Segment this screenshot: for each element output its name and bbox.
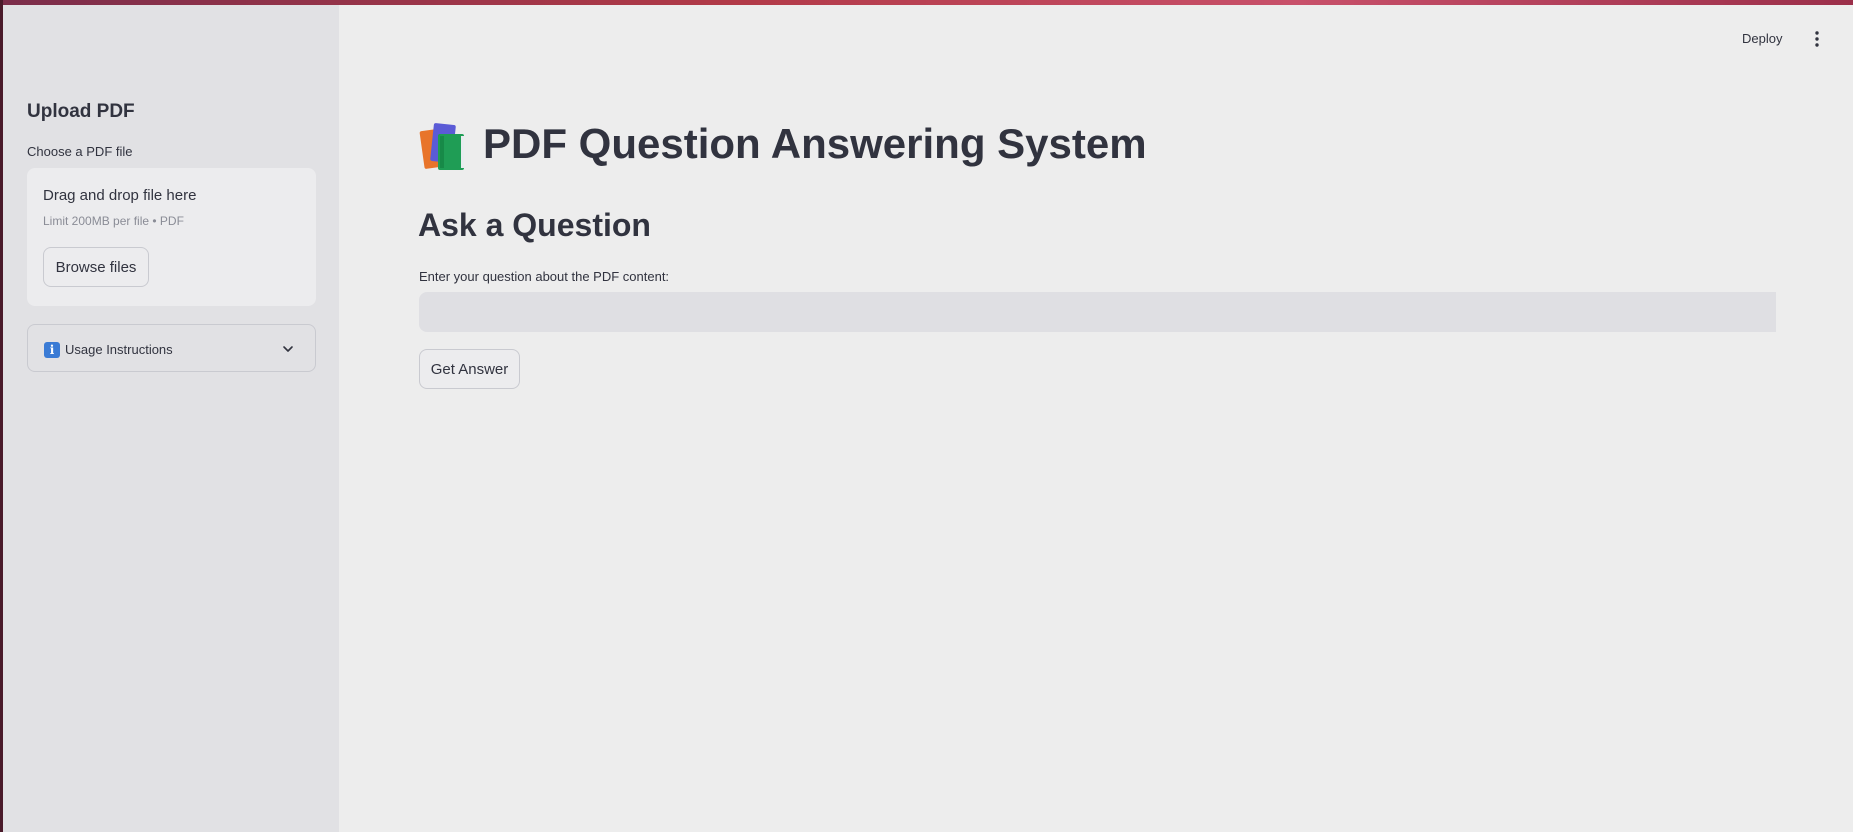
- chevron-down-icon: [283, 346, 293, 352]
- expander-label: Usage Instructions: [65, 342, 173, 357]
- section-subheader: Ask a Question: [418, 207, 651, 243]
- browse-files-button[interactable]: Browse files: [43, 247, 149, 287]
- dropzone-text: Drag and drop file here: [43, 187, 197, 204]
- file-uploader-label: Choose a PDF file: [27, 144, 133, 159]
- sidebar-title: Upload PDF: [27, 101, 135, 122]
- info-icon: i: [44, 342, 60, 358]
- question-input-label: Enter your question about the PDF conten…: [419, 269, 670, 284]
- get-answer-button[interactable]: Get Answer: [419, 349, 520, 389]
- dropzone-limit: Limit 200MB per file • PDF: [43, 214, 184, 228]
- page-title: PDF Question Answering System: [483, 120, 1147, 167]
- question-input[interactable]: [419, 292, 1776, 332]
- sidebar: Upload PDF Choose a PDF file Drag and dr…: [3, 5, 339, 832]
- usage-instructions-expander[interactable]: i Usage Instructions: [27, 324, 316, 372]
- books-emoji-icon: [419, 123, 464, 170]
- file-dropzone[interactable]: Drag and drop file here Limit 200MB per …: [27, 168, 316, 306]
- deploy-button[interactable]: Deploy: [1742, 31, 1782, 46]
- vertical-dots-icon[interactable]: [1812, 30, 1822, 48]
